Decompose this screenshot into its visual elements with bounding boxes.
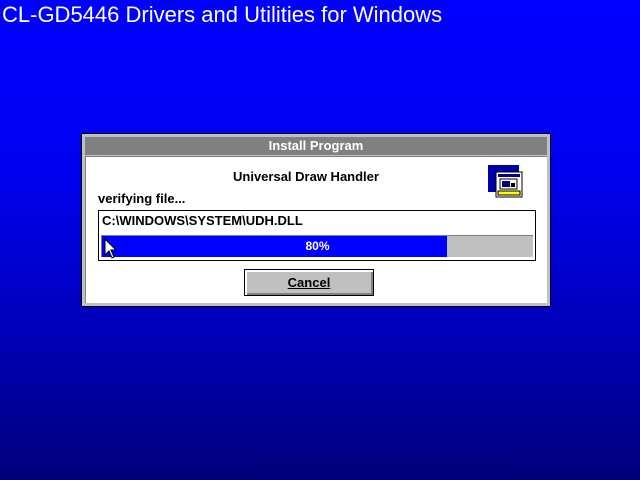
dialog-body: Universal Draw Handler verifying file...… [85,156,547,303]
setup-program-icon [488,165,523,198]
dialog-title-bar[interactable]: Install Program [85,137,547,155]
status-label: verifying file... [98,191,186,206]
current-file-path: C:\WINDOWS\SYSTEM\UDH.DLL [102,213,303,228]
progress-bar: 80% [101,235,533,257]
cancel-button-label: Cancel [287,275,331,290]
setup-screen-title: CL-GD5446 Drivers and Utilities for Wind… [2,2,443,27]
arrow-cursor-icon [104,238,118,259]
progress-percent: 80% [305,239,330,253]
program-name: Universal Draw Handler [233,169,379,184]
file-progress-panel: C:\WINDOWS\SYSTEM\UDH.DLL 80% [98,210,536,261]
cancel-button[interactable]: Cancel [244,269,374,296]
install-program-dialog: Install Program Universal Draw Handler v… [81,133,551,307]
